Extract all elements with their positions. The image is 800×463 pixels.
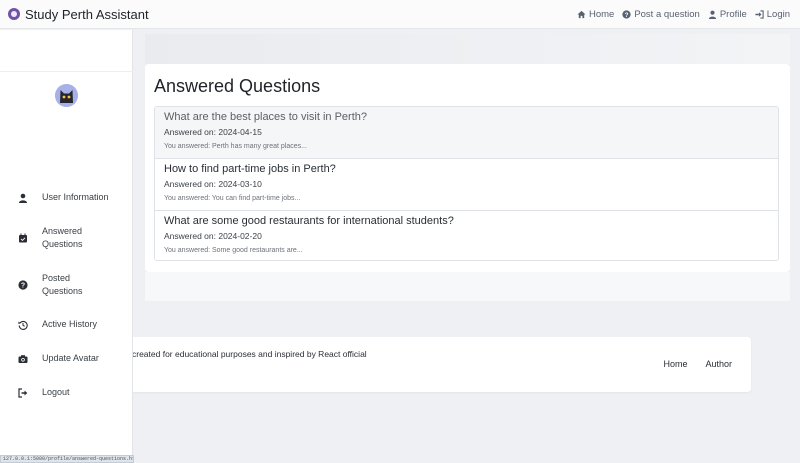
footer-home-link[interactable]: Home [663, 359, 687, 369]
footer-links: Home Author [663, 359, 732, 369]
sidebar: User Information Answered Questions ? Po… [0, 30, 133, 463]
nav-profile-link[interactable]: Profile [708, 9, 747, 20]
answered-date: Answered on: 2024-02-20 [164, 231, 262, 241]
footer-text: created for educational purposes and ins… [132, 349, 367, 359]
nav-login-label: Login [766, 8, 790, 20]
user-icon [708, 10, 717, 19]
nav-profile-label: Profile [719, 8, 747, 20]
avatar [55, 84, 78, 107]
answered-date: Answered on: 2024-04-15 [164, 127, 262, 137]
calendar-check-icon [18, 233, 28, 243]
top-navbar: Study Perth Assistant Home ? Post a ques… [0, 0, 800, 29]
nav-links: Home ? Post a question Profile Login [577, 9, 790, 20]
sidebar-item-label: User Information [42, 192, 109, 202]
nav-login-link[interactable]: Login [755, 9, 790, 20]
sidebar-divider [0, 71, 133, 72]
sign-out-icon [18, 387, 28, 398]
nav-post-question-label: Post a question [634, 8, 700, 20]
history-icon [18, 320, 28, 330]
question-title[interactable]: What are the best places to visit in Per… [164, 111, 367, 123]
card-footer [145, 272, 790, 301]
sidebar-item-active-history[interactable]: Active History [18, 318, 128, 331]
camera-icon [18, 354, 28, 364]
content-header-band [145, 34, 790, 64]
sidebar-item-label: Posted Questions [42, 273, 83, 296]
sign-in-icon [755, 9, 764, 19]
sidebar-item-logout[interactable]: Logout [18, 386, 128, 399]
sidebar-item-label: Active History [42, 319, 98, 329]
user-icon [18, 193, 28, 203]
svg-text:?: ? [625, 11, 629, 18]
sidebar-item-update-avatar[interactable]: Update Avatar [18, 352, 128, 365]
nav-home-link[interactable]: Home [577, 9, 614, 20]
question-circle-icon: ? [622, 9, 631, 19]
answered-date: Answered on: 2024-03-10 [164, 179, 262, 189]
question-list: What are the best places to visit in Per… [154, 106, 779, 261]
sidebar-item-label: Update Avatar [42, 353, 99, 363]
nav-post-question-link[interactable]: ? Post a question [622, 9, 700, 20]
answer-preview: You answered: Some good restaurants are.… [164, 247, 303, 254]
brand[interactable]: Study Perth Assistant [8, 7, 149, 22]
brand-logo-icon [8, 8, 20, 20]
sidebar-item-posted-questions[interactable]: ? Posted Questions [18, 272, 128, 298]
sidebar-item-user-information[interactable]: User Information [18, 191, 128, 204]
footer-author-link[interactable]: Author [705, 359, 732, 369]
browser-status-url: 127.0.0.1:5000/profile/answered-question… [0, 455, 134, 463]
list-item[interactable]: What are some good restaurants for inter… [155, 211, 778, 260]
page-title: Answered Questions [154, 76, 321, 96]
answer-preview: You answered: Perth has many great place… [164, 143, 307, 150]
list-item[interactable]: What are the best places to visit in Per… [155, 107, 778, 159]
sidebar-item-answered-questions[interactable]: Answered Questions [18, 225, 128, 251]
app-title: Study Perth Assistant [25, 6, 149, 22]
answered-questions-card: Answered Questions What are the best pla… [145, 64, 790, 272]
page-footer: created for educational purposes and ins… [120, 337, 751, 392]
cat-avatar-icon [55, 84, 78, 107]
sidebar-item-label: Answered Questions [42, 226, 83, 249]
sidebar-item-label: Logout [42, 387, 70, 397]
home-icon [577, 10, 586, 19]
nav-home-label: Home [588, 8, 615, 20]
svg-text:?: ? [21, 283, 25, 290]
question-title[interactable]: How to find part-time jobs in Perth? [164, 163, 336, 175]
question-circle-icon: ? [18, 280, 28, 290]
answer-preview: You answered: You can find part-time job… [164, 195, 301, 202]
question-title[interactable]: What are some good restaurants for inter… [164, 215, 454, 227]
list-item[interactable]: How to find part-time jobs in Perth? Ans… [155, 159, 778, 211]
